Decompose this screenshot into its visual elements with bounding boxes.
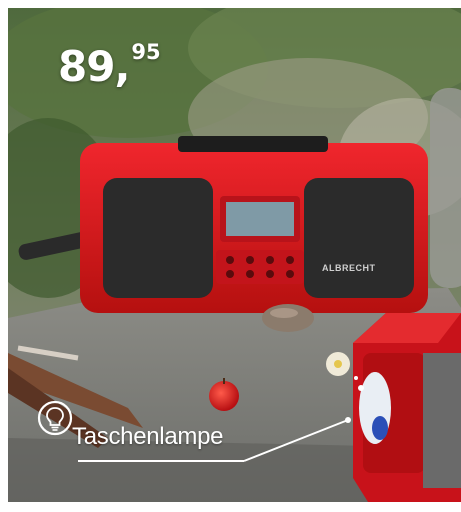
price-comma: , [114, 42, 131, 91]
price-cents: 95 [131, 40, 161, 64]
price-whole: 89 [58, 42, 115, 91]
callout-flashlight-label: Taschenlampe [72, 423, 224, 450]
lightbulb-icon [37, 400, 73, 436]
radio-brand-logo: ALBRECHT [322, 263, 376, 273]
price-tag: 89,95 [58, 40, 161, 91]
